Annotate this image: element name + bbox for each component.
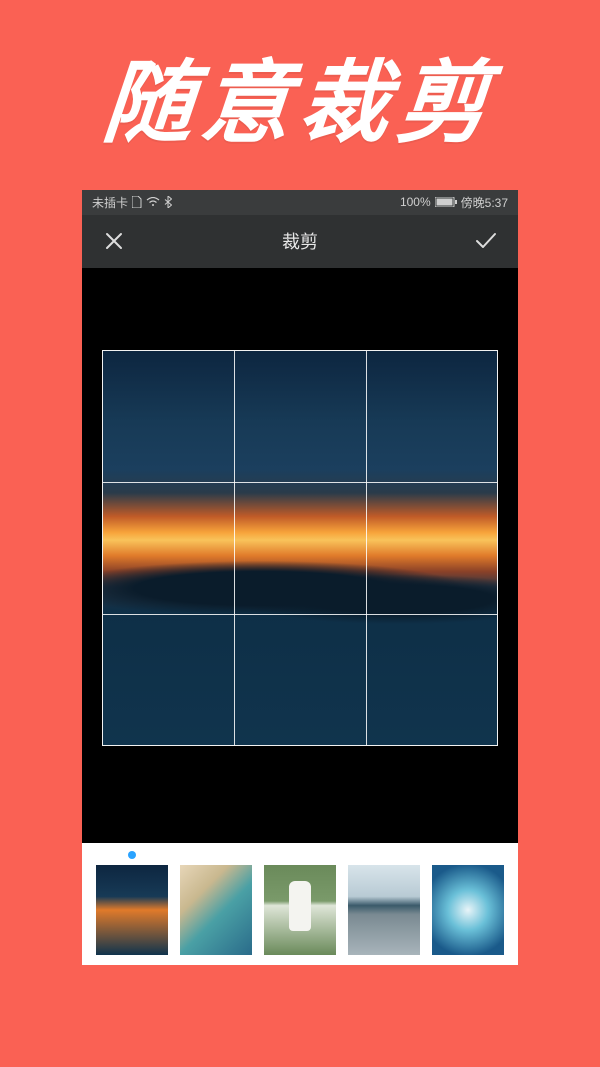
grid-vertical-2	[366, 351, 367, 745]
clock-text: 傍晚5:37	[461, 194, 508, 211]
thumbnail-item[interactable]	[180, 865, 252, 955]
crop-grid[interactable]	[102, 350, 498, 746]
image-stage	[82, 268, 518, 843]
thumbnail-item[interactable]	[348, 865, 420, 955]
thumbnail-item[interactable]	[432, 865, 504, 955]
promo-headline: 随意裁剪	[98, 30, 501, 160]
navbar-title: 裁剪	[282, 228, 318, 254]
thumbnail-item[interactable]	[264, 865, 336, 955]
thumbnail-item[interactable]	[96, 865, 168, 955]
grid-horizontal-2	[103, 614, 497, 615]
close-icon	[104, 231, 124, 251]
phone-frame: 未插卡 100% 傍晚5:37 裁剪	[82, 190, 518, 965]
confirm-button[interactable]	[472, 227, 500, 255]
check-icon	[474, 231, 498, 251]
crop-image	[103, 351, 497, 745]
bluetooth-icon	[164, 196, 172, 208]
close-button[interactable]	[100, 227, 128, 255]
grid-vertical-1	[234, 351, 235, 745]
battery-icon	[435, 197, 457, 207]
battery-percent-text: 100%	[400, 195, 431, 209]
thumbnail-strip	[82, 843, 518, 965]
wifi-icon	[146, 197, 160, 207]
sim-card-icon	[132, 196, 142, 208]
grid-horizontal-1	[103, 482, 497, 483]
crop-navbar: 裁剪	[82, 215, 518, 268]
status-bar: 未插卡 100% 傍晚5:37	[82, 190, 518, 215]
sim-status-text: 未插卡	[92, 194, 128, 211]
